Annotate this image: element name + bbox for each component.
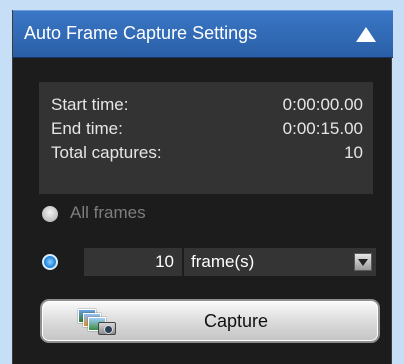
- panel-title: Auto Frame Capture Settings: [24, 23, 258, 43]
- total-captures-label: Total captures:: [51, 143, 162, 162]
- panel-header[interactable]: Auto Frame Capture Settings: [13, 10, 393, 58]
- total-captures-row: Total captures: 10: [51, 142, 363, 164]
- end-time-row: End time: 0:00:15.00: [51, 118, 363, 140]
- capture-button-label: Capture: [204, 311, 269, 331]
- end-time-label: End time:: [51, 119, 123, 138]
- capture-button[interactable]: Capture: [40, 299, 380, 343]
- all-frames-radio[interactable]: [42, 206, 58, 222]
- auto-frame-capture-panel: Auto Frame Capture Settings Start time: …: [12, 10, 393, 364]
- total-captures-value: 10: [344, 143, 363, 162]
- start-time-row: Start time: 0:00:00.00: [51, 94, 363, 116]
- capture-info-box: Start time: 0:00:00.00 End time: 0:00:15…: [39, 82, 373, 194]
- collapse-triangle-icon[interactable]: [356, 27, 376, 42]
- all-frames-label[interactable]: All frames: [70, 203, 146, 223]
- frames-count-input[interactable]: [84, 248, 182, 276]
- start-time-label: Start time:: [51, 95, 129, 114]
- frames-unit-selected: frame(s): [191, 252, 255, 271]
- start-time-value: 0:00:00.00: [282, 95, 363, 114]
- capture-photos-camera-icon: [78, 307, 118, 337]
- end-time-value: 0:00:15.00: [282, 119, 363, 138]
- chevron-down-icon[interactable]: [354, 253, 372, 271]
- frames-unit-select[interactable]: frame(s): [184, 248, 376, 276]
- every-n-frames-radio[interactable]: [42, 254, 58, 270]
